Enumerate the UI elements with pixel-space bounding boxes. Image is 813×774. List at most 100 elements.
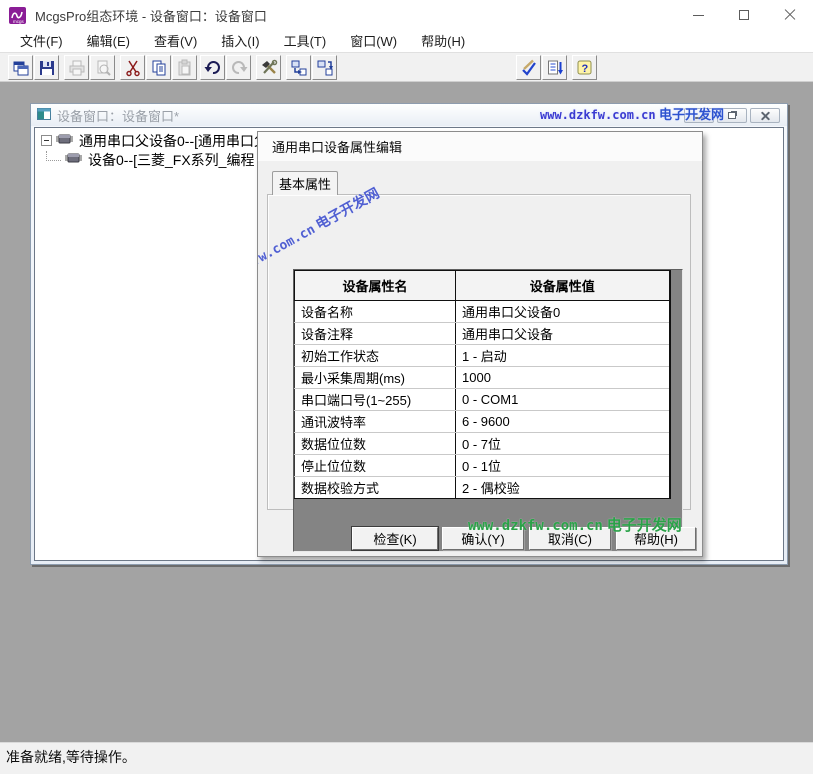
confirm-button[interactable]: 确认(Y): [442, 527, 524, 550]
download-run-icon: [316, 59, 334, 77]
tools-icon: [260, 59, 278, 77]
table-row: 数据校验方式 2 - 偶校验: [295, 477, 670, 499]
device-window-title: 设备窗口：设备窗口*: [57, 106, 179, 125]
save-icon: [38, 59, 56, 77]
redo-icon: [230, 59, 248, 77]
property-name: 设备名称: [295, 301, 456, 323]
collapse-icon[interactable]: [41, 135, 52, 146]
device-chip-icon: [64, 151, 83, 168]
copy-icon: [150, 59, 168, 77]
property-value[interactable]: 0 - 7位: [456, 433, 670, 455]
property-value[interactable]: 1 - 启动: [456, 345, 670, 367]
device-property-dialog: 通用串口设备属性编辑 基本属性 设备属性名 设备属性值 设备名称 通用串口父设备…: [257, 131, 703, 557]
main-titlebar: mcgs McgsPro组态环境 - 设备窗口：设备窗口: [0, 0, 813, 30]
tab-page: 设备属性名 设备属性值 设备名称 通用串口父设备0 设备注释 通用串口父设备 初…: [267, 194, 691, 510]
menu-insert[interactable]: 插入(I): [209, 29, 271, 53]
cut-icon: [124, 59, 142, 77]
copy-button[interactable]: [146, 55, 171, 80]
property-value[interactable]: 6 - 9600: [456, 411, 670, 433]
property-value[interactable]: 0 - 1位: [456, 455, 670, 477]
mdi-restore-button[interactable]: [717, 108, 747, 123]
mdi-close-button[interactable]: [750, 108, 780, 123]
menu-window[interactable]: 窗口(W): [338, 29, 409, 53]
menu-view[interactable]: 查看(V): [142, 29, 209, 53]
device-chip-icon: [55, 132, 74, 149]
syntax-check-button[interactable]: [516, 55, 541, 80]
mdi-close-icon: [761, 111, 770, 120]
check-button[interactable]: 检查(K): [352, 527, 438, 550]
property-table: 设备属性名 设备属性值 设备名称 通用串口父设备0 设备注释 通用串口父设备 初…: [294, 270, 671, 499]
property-value[interactable]: 2 - 偶校验: [456, 477, 670, 499]
paste-button[interactable]: [172, 55, 197, 80]
close-button[interactable]: [767, 0, 813, 30]
new-window-button[interactable]: [8, 55, 33, 80]
cancel-button[interactable]: 取消(C): [529, 527, 611, 550]
property-name: 数据校验方式: [295, 477, 456, 499]
print-button[interactable]: [64, 55, 89, 80]
redo-button[interactable]: [226, 55, 251, 80]
property-name: 停止位位数: [295, 455, 456, 477]
tab-basic-properties[interactable]: 基本属性: [272, 171, 338, 195]
maximize-button[interactable]: [721, 0, 767, 30]
new-window-icon: [12, 59, 30, 77]
mdi-minimize-button[interactable]: [684, 108, 714, 123]
column-header-value: 设备属性值: [456, 271, 670, 301]
minimize-icon: [693, 15, 704, 16]
property-name: 初始工作状态: [295, 345, 456, 367]
cut-button[interactable]: [120, 55, 145, 80]
download-run-button[interactable]: [312, 55, 337, 80]
minimize-button[interactable]: [675, 0, 721, 30]
print-preview-button[interactable]: [90, 55, 115, 80]
device-window-titlebar[interactable]: 设备窗口：设备窗口*: [31, 104, 787, 126]
syntax-check-icon: [520, 59, 538, 77]
dialog-titlebar[interactable]: 通用串口设备属性编辑: [258, 132, 702, 161]
menu-tools[interactable]: 工具(T): [272, 29, 339, 53]
table-row: 最小采集周期(ms) 1000: [295, 367, 670, 389]
property-name: 串口端口号(1~255): [295, 389, 456, 411]
device-window-icon: [37, 107, 51, 124]
table-row: 设备名称 通用串口父设备0: [295, 301, 670, 323]
table-row: 设备注释 通用串口父设备: [295, 323, 670, 345]
property-value[interactable]: 通用串口父设备: [456, 323, 670, 345]
table-row: 数据位位数 0 - 7位: [295, 433, 670, 455]
help-icon: ?: [576, 59, 594, 77]
menu-help[interactable]: 帮助(H): [409, 29, 477, 53]
svg-text:?: ?: [581, 63, 588, 75]
paste-icon: [176, 59, 194, 77]
menu-file[interactable]: 文件(F): [8, 29, 75, 53]
app-icon: mcgs: [9, 7, 26, 24]
status-bar: 准备就绪,等待操作。: [0, 742, 813, 774]
save-button[interactable]: [34, 55, 59, 80]
table-row: 停止位位数 0 - 1位: [295, 455, 670, 477]
dialog-help-button[interactable]: 帮助(H): [616, 527, 696, 550]
tree-item-label: 设备0--[三菱_FX系列_编程: [88, 150, 254, 170]
download-config-button[interactable]: [286, 55, 311, 80]
maximize-icon: [739, 10, 749, 20]
help-button[interactable]: ?: [572, 55, 597, 80]
menu-bar: 文件(F) 编辑(E) 查看(V) 插入(I) 工具(T) 窗口(W) 帮助(H…: [0, 30, 813, 52]
window-title: McgsPro组态环境 - 设备窗口：设备窗口: [35, 6, 267, 25]
property-value[interactable]: 1000: [456, 367, 670, 389]
table-row: 初始工作状态 1 - 启动: [295, 345, 670, 367]
dialog-title: 通用串口设备属性编辑: [272, 137, 402, 156]
property-value[interactable]: 0 - COM1: [456, 389, 670, 411]
menu-edit[interactable]: 编辑(E): [75, 29, 142, 53]
workspace-background: 设备窗口：设备窗口* 通用串口父设备0--[通用串口父设备]: [0, 82, 813, 742]
toolbar: ?: [0, 52, 813, 82]
print-preview-icon: [94, 59, 112, 77]
undo-button[interactable]: [200, 55, 225, 80]
data-list-icon: [546, 59, 564, 77]
column-header-name: 设备属性名: [295, 271, 456, 301]
table-row: 串口端口号(1~255) 0 - COM1: [295, 389, 670, 411]
data-list-button[interactable]: [542, 55, 567, 80]
property-value[interactable]: 通用串口父设备0: [456, 301, 670, 323]
property-grid-panel: 设备属性名 设备属性值 设备名称 通用串口父设备0 设备注释 通用串口父设备 初…: [293, 269, 683, 552]
tools-button[interactable]: [256, 55, 281, 80]
tree-connector: [46, 151, 61, 161]
table-row: 通讯波特率 6 - 9600: [295, 411, 670, 433]
print-icon: [68, 59, 86, 77]
mdi-restore-icon: [728, 112, 736, 119]
close-icon: [784, 9, 796, 21]
table-header-row: 设备属性名 设备属性值: [295, 271, 670, 301]
property-name: 通讯波特率: [295, 411, 456, 433]
